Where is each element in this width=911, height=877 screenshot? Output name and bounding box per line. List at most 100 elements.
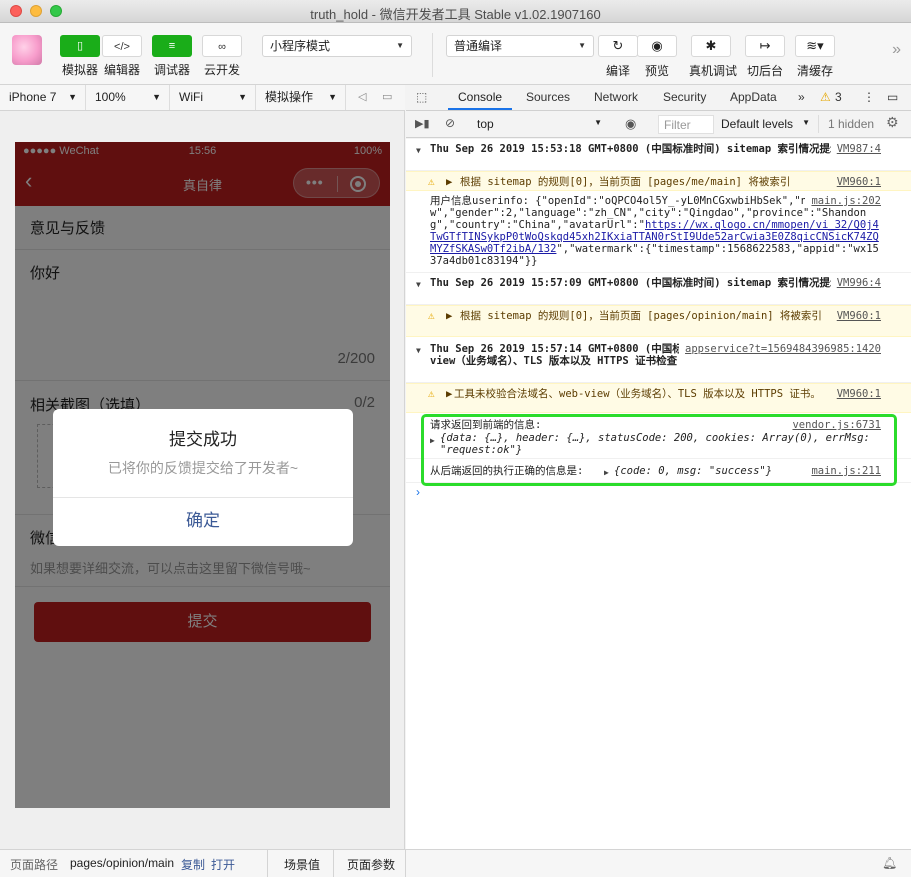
more-tabs-icon[interactable]: »	[798, 85, 805, 110]
editor-label: 编辑器	[103, 63, 140, 77]
clear-cache-label: 清缓存	[796, 64, 833, 78]
simulator-toggle-button[interactable]: ▯ 模拟器	[60, 35, 100, 78]
page-params-button[interactable]: 页面参数	[347, 856, 395, 873]
simulator-toolbar: iPhone 7 ▼ 100% ▼ WiFi ▼ 模拟操作 ▼ ◁ ▭	[0, 85, 405, 111]
modal-title: 提交成功	[169, 430, 237, 449]
source-link[interactable]: appservice?t=1569484396985:1420	[679, 343, 881, 355]
warning-icon: ⚠	[428, 309, 435, 322]
operation-select[interactable]: 模拟操作 ▼	[256, 85, 346, 110]
operation-value: 模拟操作	[265, 90, 314, 104]
preview-label: 预览	[644, 64, 669, 78]
open-path-link[interactable]: 打开	[211, 856, 235, 873]
chevron-down-icon: ▼	[802, 118, 810, 127]
refresh-icon: ↻	[598, 35, 638, 57]
status-divider	[267, 850, 268, 877]
clear-cache-button[interactable]: ≋▾ 清缓存	[793, 35, 837, 79]
window-title: truth_hold - 微信开发者工具 Stable v1.02.190716…	[310, 7, 601, 22]
hidden-count: 1 hidden	[828, 117, 875, 131]
console-warning: ⚠ ▶ 根据 sitemap 的规则[0]，当前页面 [pages/opinio…	[406, 305, 911, 337]
network-select[interactable]: WiFi ▼	[170, 85, 256, 110]
filter-placeholder: Filter	[664, 118, 691, 132]
remote-debug-label: 真机调试	[689, 64, 738, 78]
filter-divider	[818, 115, 819, 133]
expand-triangle-icon[interactable]: ▼	[416, 145, 421, 157]
source-link[interactable]: VM960:1	[837, 310, 881, 322]
tab-sources[interactable]: Sources	[526, 85, 570, 110]
mode-value: 小程序模式	[270, 39, 331, 53]
simulator-area: ●●●●● WeChat 15:56 100% ‹ 真自律 ••• 意见与反馈 …	[0, 111, 405, 849]
eye-icon: ◉	[637, 35, 677, 57]
debugger-toggle-button[interactable]: ≡ 调试器	[152, 35, 192, 78]
layers-icon: ≋▾	[795, 35, 835, 57]
chevron-down-icon: ▼	[238, 92, 247, 102]
copy-path-link[interactable]: 复制	[181, 856, 205, 873]
source-link[interactable]: VM987:4	[830, 143, 881, 155]
chevron-down-icon: ▼	[578, 41, 586, 50]
log-levels-value: Default levels	[721, 117, 794, 131]
console-group[interactable]: ▼ Thu Sep 26 2019 15:57:14 GMT+0800 (中国标…	[406, 339, 911, 383]
highlight-box	[421, 414, 897, 486]
context-value: top	[477, 117, 494, 131]
cloud-dev-button[interactable]: ∞ 云开发	[202, 35, 242, 78]
code-icon: </>	[102, 35, 142, 57]
success-modal: 提交成功 已将你的反馈提交给了开发者~ 确定	[53, 409, 353, 546]
inspect-icon[interactable]: ⬚	[416, 85, 427, 110]
toolbar-divider	[432, 33, 433, 77]
compile-mode-select[interactable]: 普通编译 ▼	[446, 35, 594, 57]
tab-console[interactable]: Console	[448, 85, 513, 110]
tab-security[interactable]: Security	[663, 85, 706, 110]
detach-icon[interactable]: ▭	[382, 90, 392, 103]
source-link[interactable]: VM960:1	[837, 388, 881, 400]
page-path-value: pages/opinion/main	[70, 856, 175, 870]
compile-mode-value: 普通编译	[454, 39, 503, 53]
console-group[interactable]: ▼ Thu Sep 26 2019 15:53:18 GMT+0800 (中国标…	[406, 139, 911, 171]
warning-icon[interactable]: ⚠	[820, 85, 831, 110]
title-bar: truth_hold - 微信开发者工具 Stable v1.02.190716…	[0, 0, 911, 23]
phone-icon: ▯	[60, 35, 100, 57]
eye-icon[interactable]: ◉	[625, 116, 636, 132]
background-button[interactable]: ↦ 切后台	[743, 35, 787, 79]
bell-icon[interactable]: 🔔︎	[882, 856, 897, 870]
console-filter-input[interactable]: Filter	[658, 115, 714, 134]
main-toolbar: ▯ 模拟器 </> 编辑器 ≡ 调试器 ∞ 云开发 小程序模式 ▼ 普通编译 ▼…	[0, 23, 911, 85]
sidebar-toggle-icon[interactable]: ▶▮	[415, 117, 430, 130]
console-prompt[interactable]: ›	[416, 485, 420, 499]
tab-network[interactable]: Network	[594, 85, 638, 110]
gear-icon[interactable]: ⚙	[886, 114, 899, 131]
zoom-select[interactable]: 100% ▼	[86, 85, 170, 110]
clear-console-icon[interactable]: ⊘	[445, 116, 455, 130]
console-filter-bar: ▶▮ ⊘ top ▼ ◉ Filter Default levels ▼ 1 h…	[406, 111, 911, 138]
volume-icon[interactable]: ◁	[358, 90, 366, 103]
scene-value-button[interactable]: 场景值	[284, 856, 320, 873]
editor-toggle-button[interactable]: </> 编辑器	[102, 35, 142, 78]
console-output: ▼ Thu Sep 26 2019 15:53:18 GMT+0800 (中国标…	[406, 139, 911, 849]
cloud-icon: ∞	[202, 35, 242, 57]
modal-confirm-button[interactable]: 确定	[53, 498, 353, 546]
preview-button[interactable]: ◉ 预览	[635, 35, 679, 79]
compile-button[interactable]: ↻ 编译	[596, 35, 640, 79]
source-link[interactable]: VM960:1	[837, 176, 881, 188]
console-group[interactable]: ▼ Thu Sep 26 2019 15:57:09 GMT+0800 (中国标…	[406, 273, 911, 305]
device-value: iPhone 7	[9, 90, 57, 104]
expand-triangle-icon[interactable]: ▼	[416, 345, 421, 357]
user-avatar[interactable]	[12, 35, 42, 65]
dock-icon[interactable]: ▭	[887, 85, 898, 110]
device-select[interactable]: iPhone 7 ▼	[0, 85, 86, 110]
tab-appdata[interactable]: AppData	[730, 85, 777, 110]
context-select[interactable]: top ▼	[472, 115, 608, 133]
kebab-menu-icon[interactable]: ⋮	[863, 85, 875, 110]
source-link[interactable]: VM996:4	[830, 277, 881, 289]
mode-select[interactable]: 小程序模式 ▼	[262, 35, 412, 57]
chevron-down-icon: ▼	[396, 41, 404, 50]
app-window: truth_hold - 微信开发者工具 Stable v1.02.190716…	[0, 0, 911, 877]
warning-icon: ⚠	[428, 387, 435, 400]
status-divider	[405, 850, 406, 877]
more-icon[interactable]: »	[892, 41, 901, 59]
modal-content: 已将你的反馈提交给了开发者~	[107, 460, 299, 476]
log-levels-select[interactable]: Default levels ▼	[720, 115, 812, 134]
page-path-label: 页面路径	[10, 858, 59, 872]
phone-screen: ●●●●● WeChat 15:56 100% ‹ 真自律 ••• 意见与反馈 …	[15, 142, 390, 808]
expand-triangle-icon[interactable]: ▼	[416, 279, 421, 291]
remote-debug-button[interactable]: ✱ 真机调试	[689, 35, 738, 79]
source-link[interactable]: main.js:202	[805, 195, 881, 207]
